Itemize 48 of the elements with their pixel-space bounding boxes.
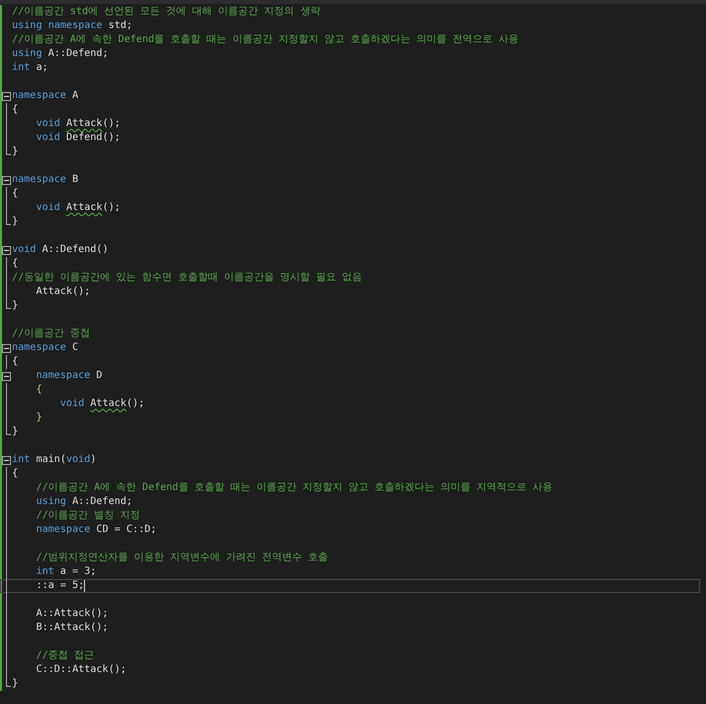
- code-line: using namespace std;: [12, 19, 132, 33]
- code-line: namespace B: [12, 173, 78, 187]
- code-comment: //이름공간 A에 속한 Defend를 호출할 때는 이름공간 지정할지 않고 호출하겠다는 의미를 전역으로 사용: [12, 33, 518, 47]
- code-line: int a;: [12, 61, 48, 75]
- text-cursor: [84, 580, 86, 592]
- code-line: void Defend();: [35, 131, 120, 145]
- code-comment: //이름공간 std에 선언된 모든 것에 대해 이름공간 지정의 생략: [12, 5, 320, 19]
- collapse-icon[interactable]: [2, 92, 11, 100]
- code-comment: //이름공간 A에 속한 Defend를 호출할 때는 이름공간 지정할지 않고 호출하겠다는 의미를 지역적으로 사용: [35, 481, 553, 495]
- code-line: {: [12, 103, 18, 117]
- code-line: {: [12, 187, 18, 201]
- code-line: C::D::Attack();: [35, 663, 126, 677]
- code-line: namespace CD = C::D;: [35, 523, 157, 537]
- code-comment: //이름공간 중첩: [12, 327, 90, 341]
- code-line: ::a = 5;: [35, 579, 84, 593]
- code-line: A::Attack();: [35, 607, 108, 621]
- code-comment: //중첩 접근: [35, 649, 94, 663]
- code-line: }: [12, 299, 18, 313]
- code-line: using A::Defend;: [35, 495, 132, 509]
- code-line: {: [12, 467, 18, 481]
- code-comment: //동일한 이름공간에 있는 함수면 호출할때 이름공간을 명시할 필요 없음: [12, 271, 362, 285]
- code-line: void A::Defend(): [12, 243, 108, 257]
- code-line: {: [12, 355, 18, 369]
- code-line: int main(void): [12, 453, 96, 467]
- code-line: }: [12, 425, 18, 439]
- code-line: {: [35, 383, 42, 397]
- collapse-icon[interactable]: [2, 456, 11, 464]
- code-line: Attack();: [35, 285, 90, 299]
- code-line: {: [12, 257, 18, 271]
- code-line: }: [35, 411, 42, 425]
- code-line: namespace C: [12, 341, 78, 355]
- collapse-icon[interactable]: [2, 344, 11, 352]
- collapse-icon[interactable]: [2, 176, 11, 184]
- code-line: B::Attack();: [35, 621, 108, 635]
- code-comment: //이름공간 별칭 지정: [35, 509, 140, 523]
- code-line: void Attack();: [35, 201, 120, 215]
- code-line: void Attack();: [59, 397, 144, 411]
- code-line: using A::Defend;: [12, 47, 108, 61]
- code-line: }: [12, 215, 18, 229]
- code-comment: //범위지정연산자를 이용한 지역변수에 가려진 전역변수 호출: [35, 551, 328, 565]
- collapse-icon[interactable]: [2, 246, 11, 254]
- collapse-icon[interactable]: [2, 372, 11, 380]
- code-line: namespace D: [35, 369, 102, 383]
- code-line: int a = 3;: [35, 565, 96, 579]
- code-line: void Attack();: [35, 117, 120, 131]
- code-line: }: [12, 145, 18, 159]
- code-line: }: [12, 677, 18, 691]
- code-line: namespace A: [12, 89, 78, 103]
